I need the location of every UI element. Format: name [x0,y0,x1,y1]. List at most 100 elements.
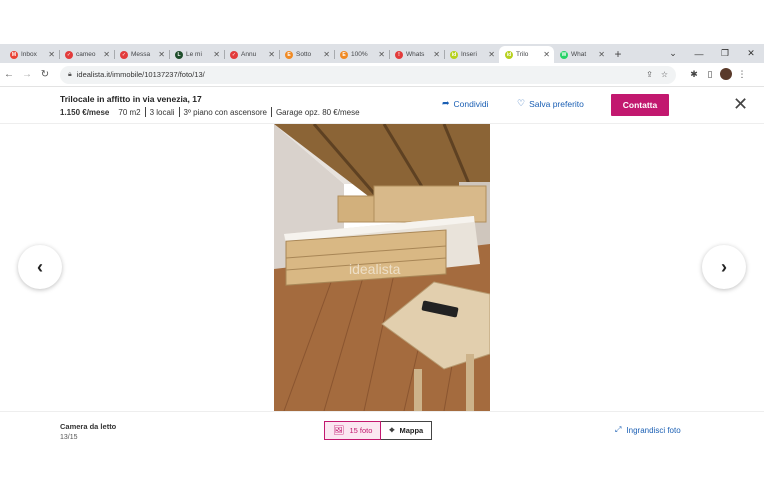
tab-close-icon[interactable]: ✕ [433,50,440,59]
browser-tab[interactable]: E 100% ✕ [334,46,389,63]
image-icon: 🖼︎ [333,425,345,435]
tab-close-icon[interactable]: ✕ [323,50,330,59]
extensions-area: ✱ ▯ ⋮ [686,67,750,82]
tab-close-icon[interactable]: ✕ [48,50,55,59]
back-icon[interactable]: ← [0,69,18,80]
reload-icon[interactable]: ↻ [36,69,54,80]
minimize-button[interactable]: — [686,49,712,59]
previous-photo-button[interactable]: ‹ [18,245,62,289]
meta-divider [178,107,180,117]
photo-watermark: idealista [349,261,401,277]
close-window-button[interactable]: ✕ [738,48,764,59]
tab-favicon-icon: ✓ [230,50,238,59]
side-panel-icon[interactable]: ▯ [702,69,718,80]
tab-title: Messa [131,51,151,58]
tab-favicon-icon: id [505,50,513,59]
tab-search-icon[interactable]: ⌄ [660,48,686,59]
tab-close-icon[interactable]: ✕ [378,50,385,59]
chevron-right-icon: › [721,256,727,277]
tab-title: Trilo [516,51,529,58]
chevron-left-icon: ‹ [37,256,43,277]
listing-garage: Garage opz. 80 €/mese [275,107,360,117]
menu-kebab-icon[interactable]: ⋮ [734,69,750,80]
browser-tab[interactable]: ! Whats ✕ [389,46,444,63]
tab-close-icon[interactable]: ✕ [103,50,110,59]
browser-tab[interactable]: L Le mi ✕ [169,46,224,63]
maximize-button[interactable]: ❐ [712,48,738,59]
new-tab-button[interactable]: + [609,46,627,63]
photos-tab[interactable]: 🖼︎ 15 foto [324,421,382,440]
browser-toolbar: ← → ↻ 🔒︎ idealista.it/immobile/10137237/… [0,63,764,87]
listing-title: Trilocale in affitto in via venezia, 17 [60,94,202,104]
share-page-icon[interactable]: ⇪ [646,70,653,79]
tab-close-icon[interactable]: ✕ [268,50,275,59]
listing-photo: idealista [274,124,490,411]
tab-favicon-icon: ! [395,50,403,59]
share-label: Condividi [453,98,489,109]
forward-icon[interactable]: → [18,69,36,80]
tab-favicon-icon: E [285,50,293,59]
share-arrow-icon: ➦ [442,98,450,108]
save-favorite-button[interactable]: ♡ Salva preferito [517,98,584,109]
enlarge-photo-button[interactable]: ⤢ Ingrandisci foto [615,425,681,435]
map-pin-icon: ⌖ [389,425,395,435]
bedroom-photo: idealista [274,124,490,411]
profile-avatar[interactable] [718,67,734,82]
extensions-icon[interactable]: ✱ [686,69,702,80]
top-gap [0,0,764,44]
tab-favicon-icon: ✓ [65,50,73,59]
meta-divider [144,107,146,117]
browser-tab[interactable]: ✓ Annu ✕ [224,46,279,63]
browser-tab[interactable]: id Inseri ✕ [444,46,499,63]
close-gallery-icon[interactable]: ✕ [733,94,748,115]
browser-tab[interactable]: E Sotto ✕ [279,46,334,63]
tab-favicon-icon: L [175,50,183,59]
enlarge-label: Ingrandisci foto [626,425,681,435]
tab-close-icon[interactable]: ✕ [213,50,220,59]
tab-title: Annu [241,51,257,58]
tab-title: Inbox [21,51,37,58]
tab-close-icon[interactable]: ✕ [158,50,165,59]
tab-title: What [571,51,587,58]
listing-meta: 1.150 €/mese 70 m2 3 locali 3º piano con… [60,107,360,117]
photos-label: 15 foto [349,426,373,435]
browser-tab[interactable]: M Inbox ✕ [4,46,59,63]
browser-tab[interactable]: ✓ Messa ✕ [114,46,169,63]
lock-icon: 🔒︎ [68,70,72,78]
url-text: idealista.it/immobile/10137237/foto/13/ [76,70,205,79]
tab-close-icon[interactable]: ✕ [543,50,550,59]
meta-divider [270,107,272,117]
listing-header: Trilocale in affitto in via venezia, 17 … [0,88,764,124]
browser-tab[interactable]: W What ✕ [554,46,609,63]
tab-title: 100% [351,51,368,58]
tab-title: Sotto [296,51,312,58]
tab-title: Inseri [461,51,477,58]
tab-favicon-icon: W [560,50,568,59]
tab-favicon-icon: M [10,50,18,59]
listing-size: 70 m2 [118,107,141,117]
browser-tab-strip: M Inbox ✕ ✓ cameo ✕ ✓ Messa ✕ L Le mi ✕ ✓ Annu ✕ E Sotto… [0,44,764,63]
listing-rooms: 3 locali [149,107,175,117]
tab-title: Whats [406,51,425,58]
view-toggle: 🖼︎ 15 foto ⌖ Mappa [324,421,433,440]
tab-title: Le mi [186,51,202,58]
next-photo-button[interactable]: › [702,245,746,289]
map-label: Mappa [399,426,424,435]
tab-favicon-icon: id [450,50,458,59]
browser-tab[interactable]: ✓ cameo ✕ [59,46,114,63]
tab-close-icon[interactable]: ✕ [488,50,495,59]
share-button[interactable]: ➦ Condividi [442,98,489,109]
address-bar[interactable]: 🔒︎ idealista.it/immobile/10137237/foto/1… [60,65,676,84]
browser-tab[interactable]: id Trilo ✕ [499,46,554,63]
photo-caption: Camera da letto [60,422,117,431]
tab-close-icon[interactable]: ✕ [598,50,605,59]
listing-price: 1.150 €/mese [60,107,110,117]
listing-floor: 3º piano con ascensore [183,107,267,117]
tab-favicon-icon: ✓ [120,50,128,59]
tab-list: M Inbox ✕ ✓ cameo ✕ ✓ Messa ✕ L Le mi ✕ ✓ Annu ✕ E Sotto… [4,46,609,63]
contact-button[interactable]: Contatta [611,94,669,116]
expand-icon: ⤢ [615,425,622,434]
map-tab[interactable]: ⌖ Mappa [381,421,433,440]
photo-counter: 13/15 [60,434,78,441]
bookmark-star-icon[interactable]: ☆ [661,70,668,79]
